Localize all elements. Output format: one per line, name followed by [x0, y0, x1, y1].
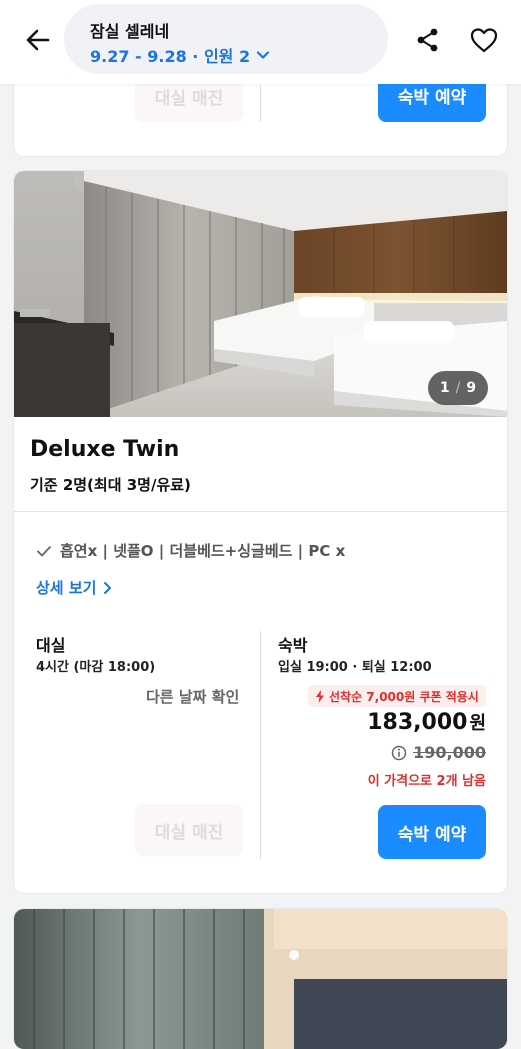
room-name: Deluxe Twin	[30, 437, 180, 462]
share-button[interactable]	[412, 24, 444, 56]
coupon-badge: 선착순 7,000원 쿠폰 적용시	[308, 685, 486, 707]
dayuse-soldout-button: 대실 매진	[135, 804, 243, 856]
stay-checkin-checkout: 입실 19:00 · 퇴실 12:00	[278, 660, 432, 675]
hotel-name: 잠실 셀레네	[90, 22, 170, 41]
date-guest-selector[interactable]: 9.27 - 9.28 · 인원 2	[90, 43, 270, 67]
bolt-icon	[316, 689, 324, 703]
sale-price: 183,000 원	[367, 709, 486, 735]
room-photo-next[interactable]	[14, 909, 507, 1049]
room-photo[interactable]: 1 / 9	[14, 171, 507, 417]
chevron-right-icon	[104, 581, 112, 594]
dayuse-hours: 4시간 (마감 18:00)	[36, 660, 156, 675]
section-divider	[14, 511, 507, 512]
rooms-remaining: 이 가격으로 2개 남음	[367, 774, 486, 789]
back-button[interactable]	[22, 24, 54, 56]
photo-counter-total: 9	[466, 380, 477, 396]
photo-counter: 1 / 9	[428, 371, 488, 405]
other-date-check[interactable]: 다른 날짜 확인	[146, 686, 239, 707]
sale-price-value: 183,000	[367, 710, 468, 735]
amenities-row: 흡연x | 넷플O | 더블베드+싱글베드 | PC x	[36, 540, 345, 561]
back-arrow-icon	[26, 29, 50, 51]
heart-icon	[470, 28, 498, 53]
room-capacity: 기준 2명(최대 3명/유료)	[30, 476, 191, 494]
amenities-text: 흡연x | 넷플O | 더블베드+싱글베드 | PC x	[60, 542, 346, 560]
room-card: 1 / 9 Deluxe Twin 기준 2명(최대 3명/유료) 흡연x | …	[14, 171, 507, 893]
photo-counter-current: 1	[439, 380, 450, 396]
dayuse-title: 대실	[36, 636, 66, 655]
coupon-text: 선착순 7,000원 쿠폰 적용시	[329, 689, 479, 704]
date-guest-text: 9.27 - 9.28 · 인원 2	[90, 47, 251, 66]
search-summary-pill[interactable]: 잠실 셀레네 9.27 - 9.28 · 인원 2	[64, 4, 388, 74]
room-card-next	[14, 909, 507, 1049]
original-price: 190,000	[391, 743, 486, 762]
check-icon	[37, 545, 51, 556]
share-icon	[417, 28, 438, 52]
favorite-button[interactable]	[468, 24, 500, 56]
currency-unit: 원	[469, 713, 486, 734]
photo-counter-separator: /	[455, 380, 461, 396]
chevron-down-icon	[257, 51, 270, 59]
top-app-bar: 잠실 셀레네 9.27 - 9.28 · 인원 2	[0, 0, 521, 84]
detail-view-label: 상세 보기	[36, 579, 97, 597]
original-price-value: 190,000	[413, 743, 486, 762]
stay-title: 숙박	[278, 636, 308, 655]
detail-view-link[interactable]: 상세 보기	[36, 577, 112, 598]
book-stay-button[interactable]: 숙박 예약	[378, 805, 486, 859]
info-icon[interactable]	[391, 745, 407, 761]
column-divider	[260, 631, 261, 859]
